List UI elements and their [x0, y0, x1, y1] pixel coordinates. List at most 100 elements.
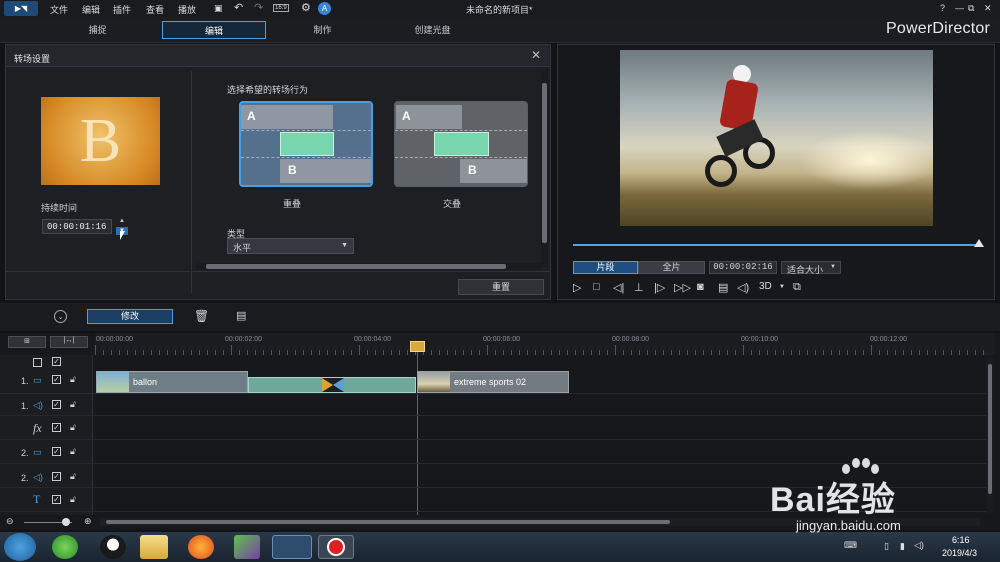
- ruler-minor-tick: [319, 350, 320, 355]
- ruler-minor-tick: [687, 350, 688, 355]
- snapshot-icon[interactable]: ◙: [697, 281, 704, 293]
- ruler-minor-tick: [175, 350, 176, 355]
- video-clip-extreme-sports[interactable]: extreme sports 02: [417, 371, 569, 393]
- previous-frame-icon[interactable]: ◁|: [613, 281, 624, 294]
- browser-360-icon[interactable]: [52, 535, 78, 559]
- tray-network-icon[interactable]: ▮: [900, 541, 905, 552]
- scroll-thumb[interactable]: [206, 264, 506, 269]
- zoom-in-icon[interactable]: ⊕: [84, 516, 92, 527]
- horizontal-scrollbar[interactable]: [196, 263, 542, 270]
- stop-icon[interactable]: □: [593, 281, 600, 293]
- tray-keyboard-icon[interactable]: ⌨: [844, 540, 857, 551]
- play-icon[interactable]: ▷: [573, 281, 581, 294]
- ruler-minor-tick: [231, 345, 232, 355]
- type-select[interactable]: 水平 ▼: [227, 238, 354, 254]
- tab-capture[interactable]: 捕捉: [55, 21, 140, 39]
- option-crossfade[interactable]: A B: [394, 101, 528, 187]
- properties-icon[interactable]: ▤: [236, 309, 246, 322]
- start-button-icon[interactable]: [4, 533, 36, 561]
- tray-volume-icon[interactable]: ◁): [914, 540, 924, 551]
- preview-progress-track[interactable]: [573, 244, 981, 246]
- tab-edit[interactable]: 编辑: [162, 21, 266, 39]
- ruler-minor-tick: [527, 350, 528, 355]
- duration-field[interactable]: 00:00:01:16: [42, 219, 112, 234]
- tab-produce[interactable]: 制作: [280, 21, 365, 39]
- timeline-toolbar: ⌄ 修改 🗑 ▤: [0, 303, 1000, 331]
- zoom-out-icon[interactable]: ⊖: [6, 516, 14, 527]
- restore-icon[interactable]: ⧉: [968, 3, 974, 14]
- help-icon[interactable]: ?: [940, 3, 945, 13]
- preview-progress-handle[interactable]: [974, 239, 984, 247]
- menu-file[interactable]: 文件: [50, 3, 68, 16]
- stepper-up-icon[interactable]: ▲: [116, 217, 128, 225]
- playhead-marker[interactable]: [410, 341, 425, 352]
- ruler-minor-tick: [495, 350, 496, 355]
- option-overlap[interactable]: A B: [239, 101, 373, 187]
- scroll-thumb[interactable]: [542, 83, 547, 243]
- track-view-button[interactable]: ⊞: [8, 336, 46, 348]
- ruler-minor-tick: [479, 350, 480, 355]
- clip-mode-button[interactable]: 片段: [573, 261, 638, 274]
- paw-toe: [862, 458, 870, 468]
- scroll-thumb[interactable]: [106, 520, 670, 524]
- ruler-minor-tick: [639, 350, 640, 355]
- menu-plugins[interactable]: 插件: [113, 3, 131, 16]
- panel-divider: [191, 71, 192, 293]
- full-mode-button[interactable]: 全片: [638, 261, 705, 274]
- close-icon[interactable]: ✕: [984, 3, 992, 14]
- duration-label: 持续时间: [41, 203, 78, 213]
- transition-settings-panel: 转场设置 ✕ B 持续时间 00:00:01:16 ▲ ▼ 选择希望的转场行为 …: [5, 44, 551, 300]
- dashed-guide: [241, 130, 371, 131]
- mark-icon[interactable]: ⊥: [634, 281, 644, 294]
- ruler-minor-tick: [735, 350, 736, 355]
- fit-select[interactable]: 适合大小 ▼: [781, 261, 841, 275]
- account-icon[interactable]: A: [318, 2, 331, 15]
- subtitle-icon[interactable]: ▤: [718, 281, 728, 294]
- tab-create-disc[interactable]: 创建光盘: [390, 21, 475, 39]
- transition-clip[interactable]: [248, 377, 416, 393]
- aspect-ratio-icon[interactable]: 16:9: [273, 4, 289, 12]
- clock-date[interactable]: 2019/4/3: [942, 548, 977, 558]
- ruler-minor-tick: [911, 350, 912, 355]
- popout-icon[interactable]: ⧉: [793, 281, 801, 294]
- vertical-scrollbar[interactable]: [541, 71, 548, 267]
- ruler-minor-tick: [151, 350, 152, 355]
- menu-edit[interactable]: 编辑: [82, 3, 100, 16]
- settings-gear-icon[interactable]: ⚙: [301, 1, 311, 14]
- undo-icon[interactable]: ↶: [234, 1, 243, 14]
- ruler-minor-tick: [287, 350, 288, 355]
- menu-playback[interactable]: 播放: [178, 3, 196, 16]
- ruler-minor-tick: [271, 350, 272, 355]
- redo-icon[interactable]: ↷: [254, 1, 263, 14]
- save-icon[interactable]: ▣: [214, 3, 223, 14]
- modify-button[interactable]: 修改: [87, 309, 173, 324]
- all-tracks-enable-checkbox[interactable]: ✓: [52, 357, 61, 366]
- ruler-minor-tick: [391, 350, 392, 355]
- fast-forward-icon[interactable]: ▷▷: [674, 281, 691, 294]
- minimize-icon[interactable]: —: [955, 3, 964, 13]
- video-clip-ballon[interactable]: ballon: [96, 371, 248, 393]
- tray-battery-icon[interactable]: ▯: [884, 541, 889, 552]
- camtasia-icon[interactable]: [234, 535, 260, 559]
- zoom-slider-handle[interactable]: [62, 518, 70, 526]
- file-explorer-icon[interactable]: [140, 535, 168, 559]
- all-tracks-checkbox[interactable]: [33, 358, 42, 367]
- delete-trash-icon[interactable]: 🗑: [194, 309, 209, 323]
- threed-button[interactable]: 3D: [759, 281, 772, 292]
- next-frame-icon[interactable]: |▷: [654, 281, 665, 294]
- chevron-down-circle-icon[interactable]: ⌄: [54, 310, 67, 323]
- volume-icon[interactable]: ◁): [737, 281, 749, 294]
- threed-dropdown-icon[interactable]: ▼: [779, 284, 785, 290]
- clip-name: ballon: [133, 377, 158, 387]
- reset-button[interactable]: 重置: [458, 279, 544, 295]
- fit-timeline-button[interactable]: |↔|: [50, 336, 88, 348]
- menu-view[interactable]: 查看: [146, 3, 164, 16]
- powerdirector-taskbar-icon[interactable]: [272, 535, 312, 559]
- ruler-minor-tick: [815, 350, 816, 355]
- ruler-minor-tick: [983, 350, 984, 355]
- panel-close-icon[interactable]: ✕: [531, 48, 541, 62]
- qq-icon[interactable]: [100, 535, 126, 559]
- record-icon[interactable]: [318, 535, 354, 559]
- firefox-icon[interactable]: [188, 535, 214, 559]
- ruler-minor-tick: [567, 350, 568, 355]
